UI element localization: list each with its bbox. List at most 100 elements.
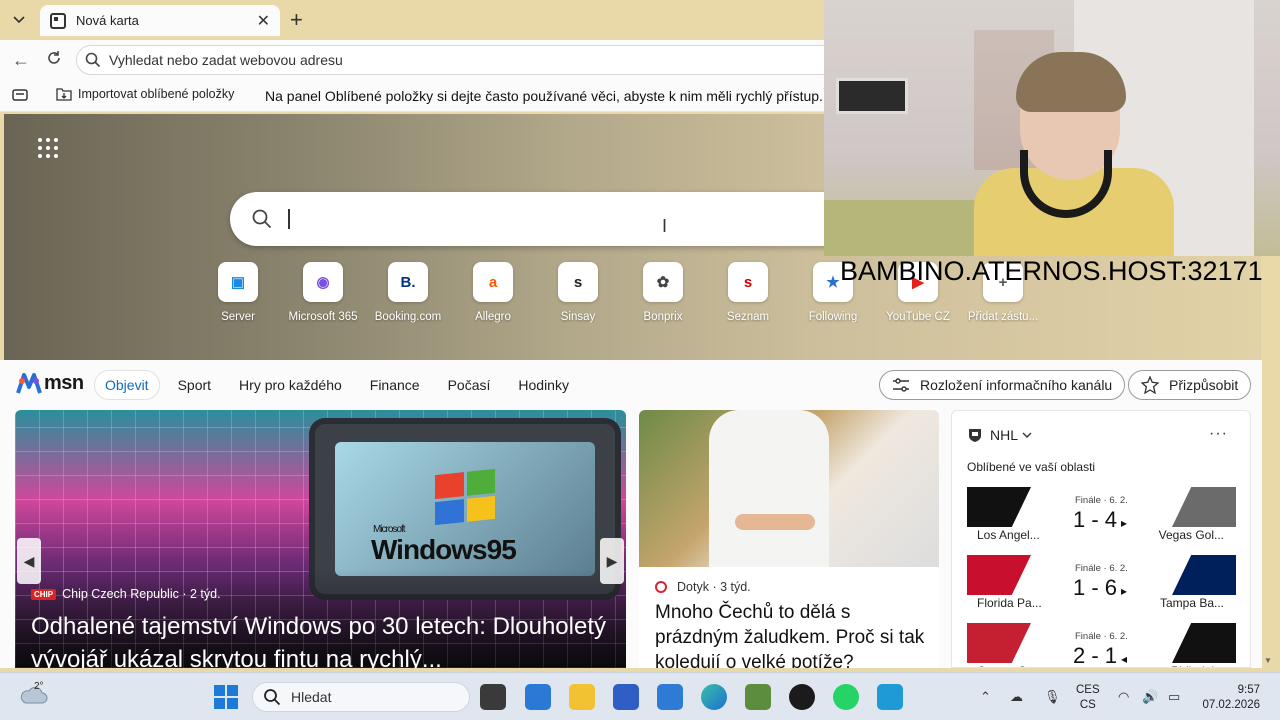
msn-tab[interactable]: Počasí	[438, 371, 501, 399]
quick-link-tile[interactable]: s Seznam	[709, 262, 787, 323]
carousel-next-button[interactable]: ▶	[600, 538, 624, 584]
game-score-row[interactable]: Finále · 6. 2.2 - 1◂ Ottawa S... Philadel.…	[967, 623, 1236, 667]
feed-layout-button[interactable]: Rozložení informačního kanálu	[879, 370, 1126, 400]
language-code: CES	[1076, 684, 1100, 696]
chevron-down-icon	[13, 16, 25, 24]
sparkle-star-icon	[1141, 376, 1159, 394]
team-logo-icon	[1172, 623, 1236, 663]
task-view-icon[interactable]	[480, 684, 506, 710]
source-name: Chip Czech Republic	[62, 587, 179, 601]
app-launcher-icon[interactable]	[38, 138, 58, 158]
cloud-sync-icon[interactable]: ☁	[1010, 689, 1023, 705]
away-team-name: Vegas Gol...	[1158, 528, 1224, 542]
start-button[interactable]	[214, 685, 238, 709]
news-card[interactable]: Dotyk · 3 týd. Mnoho Čechů to dělá s prá…	[639, 410, 939, 668]
quick-link-label: Microsoft 365	[288, 311, 358, 323]
address-input[interactable]: Vyhledat nebo zadat webovou adresu	[76, 45, 836, 75]
carousel-prev-button[interactable]: ◀	[17, 538, 41, 584]
quick-link-label: Server	[221, 311, 255, 323]
home-team-name: Florida Pa...	[977, 596, 1042, 610]
msn-butterfly-icon	[16, 372, 42, 394]
outlook-icon[interactable]	[525, 684, 551, 710]
server-address-overlay: BAMBINO.ATERNOS.HOST:32171	[840, 256, 1263, 286]
quick-link-tile[interactable]: ▣ Server	[199, 262, 277, 323]
game-status: Finále · 6. 2.	[1075, 631, 1128, 642]
featured-news-card[interactable]: Microsoft Windows95 ◀ ▶ CHIP Chip Czech …	[15, 410, 626, 668]
picture-frame-image	[836, 78, 908, 114]
article-headline[interactable]: Odhalené tajemství Windows po 30 letech:…	[31, 610, 611, 668]
team-logo-icon	[1172, 487, 1236, 527]
remote-desktop-icon[interactable]	[877, 684, 903, 710]
nhl-subtitle: Oblíbené ve vaší oblasti	[967, 460, 1096, 474]
quick-link-tile[interactable]: s Sinsay	[539, 262, 617, 323]
sinsay-icon: s	[558, 262, 598, 302]
feed-layout-label: Rozložení informačního kanálu	[920, 377, 1113, 393]
away-team-name: Tampa Ba...	[1159, 596, 1224, 610]
arm-image	[735, 514, 815, 530]
article-age: · 3 týd.	[712, 580, 751, 594]
edge-icon[interactable]	[701, 684, 727, 710]
close-tab-icon[interactable]: ✕	[257, 11, 270, 31]
quick-link-label: Sinsay	[560, 311, 596, 323]
quick-link-label: Seznam	[726, 311, 770, 323]
new-tab-button[interactable]: +	[290, 9, 303, 31]
whatsapp-icon[interactable]	[833, 684, 859, 710]
game-score-row[interactable]: Finále · 6. 2. 1 - 4 ▸ Los Angel... Vegas Go…	[967, 487, 1236, 545]
favorites-icon[interactable]	[12, 88, 28, 102]
app-icon[interactable]	[657, 684, 683, 710]
msn-tab[interactable]: Sport	[168, 371, 221, 399]
winner-arrow-icon: ▸	[1121, 516, 1128, 530]
team-logo-icon	[967, 623, 1031, 663]
minecraft-icon[interactable]	[745, 684, 771, 710]
taskbar-search-label: Hledat	[291, 689, 332, 705]
customize-button[interactable]: Přizpůsobit	[1128, 370, 1252, 400]
chevron-down-icon	[1022, 432, 1032, 438]
more-options-icon[interactable]: ···	[1209, 425, 1228, 443]
weather-widget[interactable]: 2°	[20, 681, 48, 709]
game-score-row[interactable]: Finále · 6. 2. 1 - 6 ▸ Florida Pa... Tampa B…	[967, 555, 1236, 613]
quick-link-tile[interactable]: ◉ Microsoft 365	[284, 262, 362, 323]
quick-link-tile[interactable]: ✿ Bonprix	[624, 262, 702, 323]
source-name: Dotyk	[677, 580, 709, 594]
team-logo-icon	[1172, 555, 1236, 595]
tab-new-tab[interactable]: Nová karta ✕	[40, 5, 280, 36]
taskbar-search[interactable]: Hledat	[252, 682, 470, 712]
msn-tab[interactable]: Hry pro každého	[229, 371, 352, 399]
refresh-icon[interactable]	[46, 50, 62, 71]
import-favorites-button[interactable]: Importovat oblíbené položky	[56, 87, 234, 101]
quick-link-label: YouTube CZ	[886, 311, 950, 323]
chevron-up-icon[interactable]: ⌃	[980, 689, 991, 705]
quick-link-tile[interactable]: B. Booking.com	[369, 262, 447, 323]
article-source: CHIP Chip Czech Republic · 2 týd.	[31, 587, 221, 601]
article-age: · 2 týd.	[182, 587, 221, 601]
msn-tab[interactable]: Finance	[360, 371, 430, 399]
msn-tab[interactable]: Objevit	[94, 370, 160, 400]
wifi-icon[interactable]: ◠	[1118, 689, 1129, 705]
quick-link-label: Following	[808, 311, 858, 323]
obs-icon[interactable]	[789, 684, 815, 710]
msn-logo[interactable]: msn	[16, 372, 84, 395]
favorites-hint-text: Na panel Oblíbené položky si dejte často…	[265, 88, 837, 104]
microsoft365-icon: ◉	[303, 262, 343, 302]
league-selector[interactable]: NHL	[968, 427, 1040, 443]
web-search-input[interactable]: I	[230, 192, 870, 246]
battery-icon[interactable]: ▭	[1168, 689, 1180, 705]
clock[interactable]: 9:57 07.02.2026	[1196, 683, 1260, 713]
msn-tab[interactable]: Hodinky	[508, 371, 579, 399]
game-status: Finále · 6. 2.	[1075, 563, 1128, 574]
file-explorer-icon[interactable]	[569, 684, 595, 710]
away-team-name: Philadel...	[1144, 664, 1224, 667]
back-arrow-icon[interactable]: ←	[12, 50, 30, 71]
text-cursor-icon: I	[662, 216, 668, 236]
input-language[interactable]: CES CS	[1076, 683, 1100, 713]
team-logo-icon	[967, 555, 1031, 595]
microphone-icon[interactable]: 🎙	[1044, 689, 1061, 705]
microsoft-store-icon[interactable]	[613, 684, 639, 710]
scroll-down-arrow[interactable]: ▼	[1264, 656, 1272, 665]
volume-icon[interactable]: 🔊	[1142, 689, 1158, 705]
quick-link-tile[interactable]: a Allegro	[454, 262, 532, 323]
quick-link-label: Přidat zástu...	[967, 311, 1039, 323]
tab-actions-button[interactable]	[8, 9, 30, 31]
article-headline[interactable]: Mnoho Čechů to dělá s prázdným žaludkem.…	[655, 600, 925, 668]
winner-arrow-icon: ▸	[1121, 584, 1128, 598]
